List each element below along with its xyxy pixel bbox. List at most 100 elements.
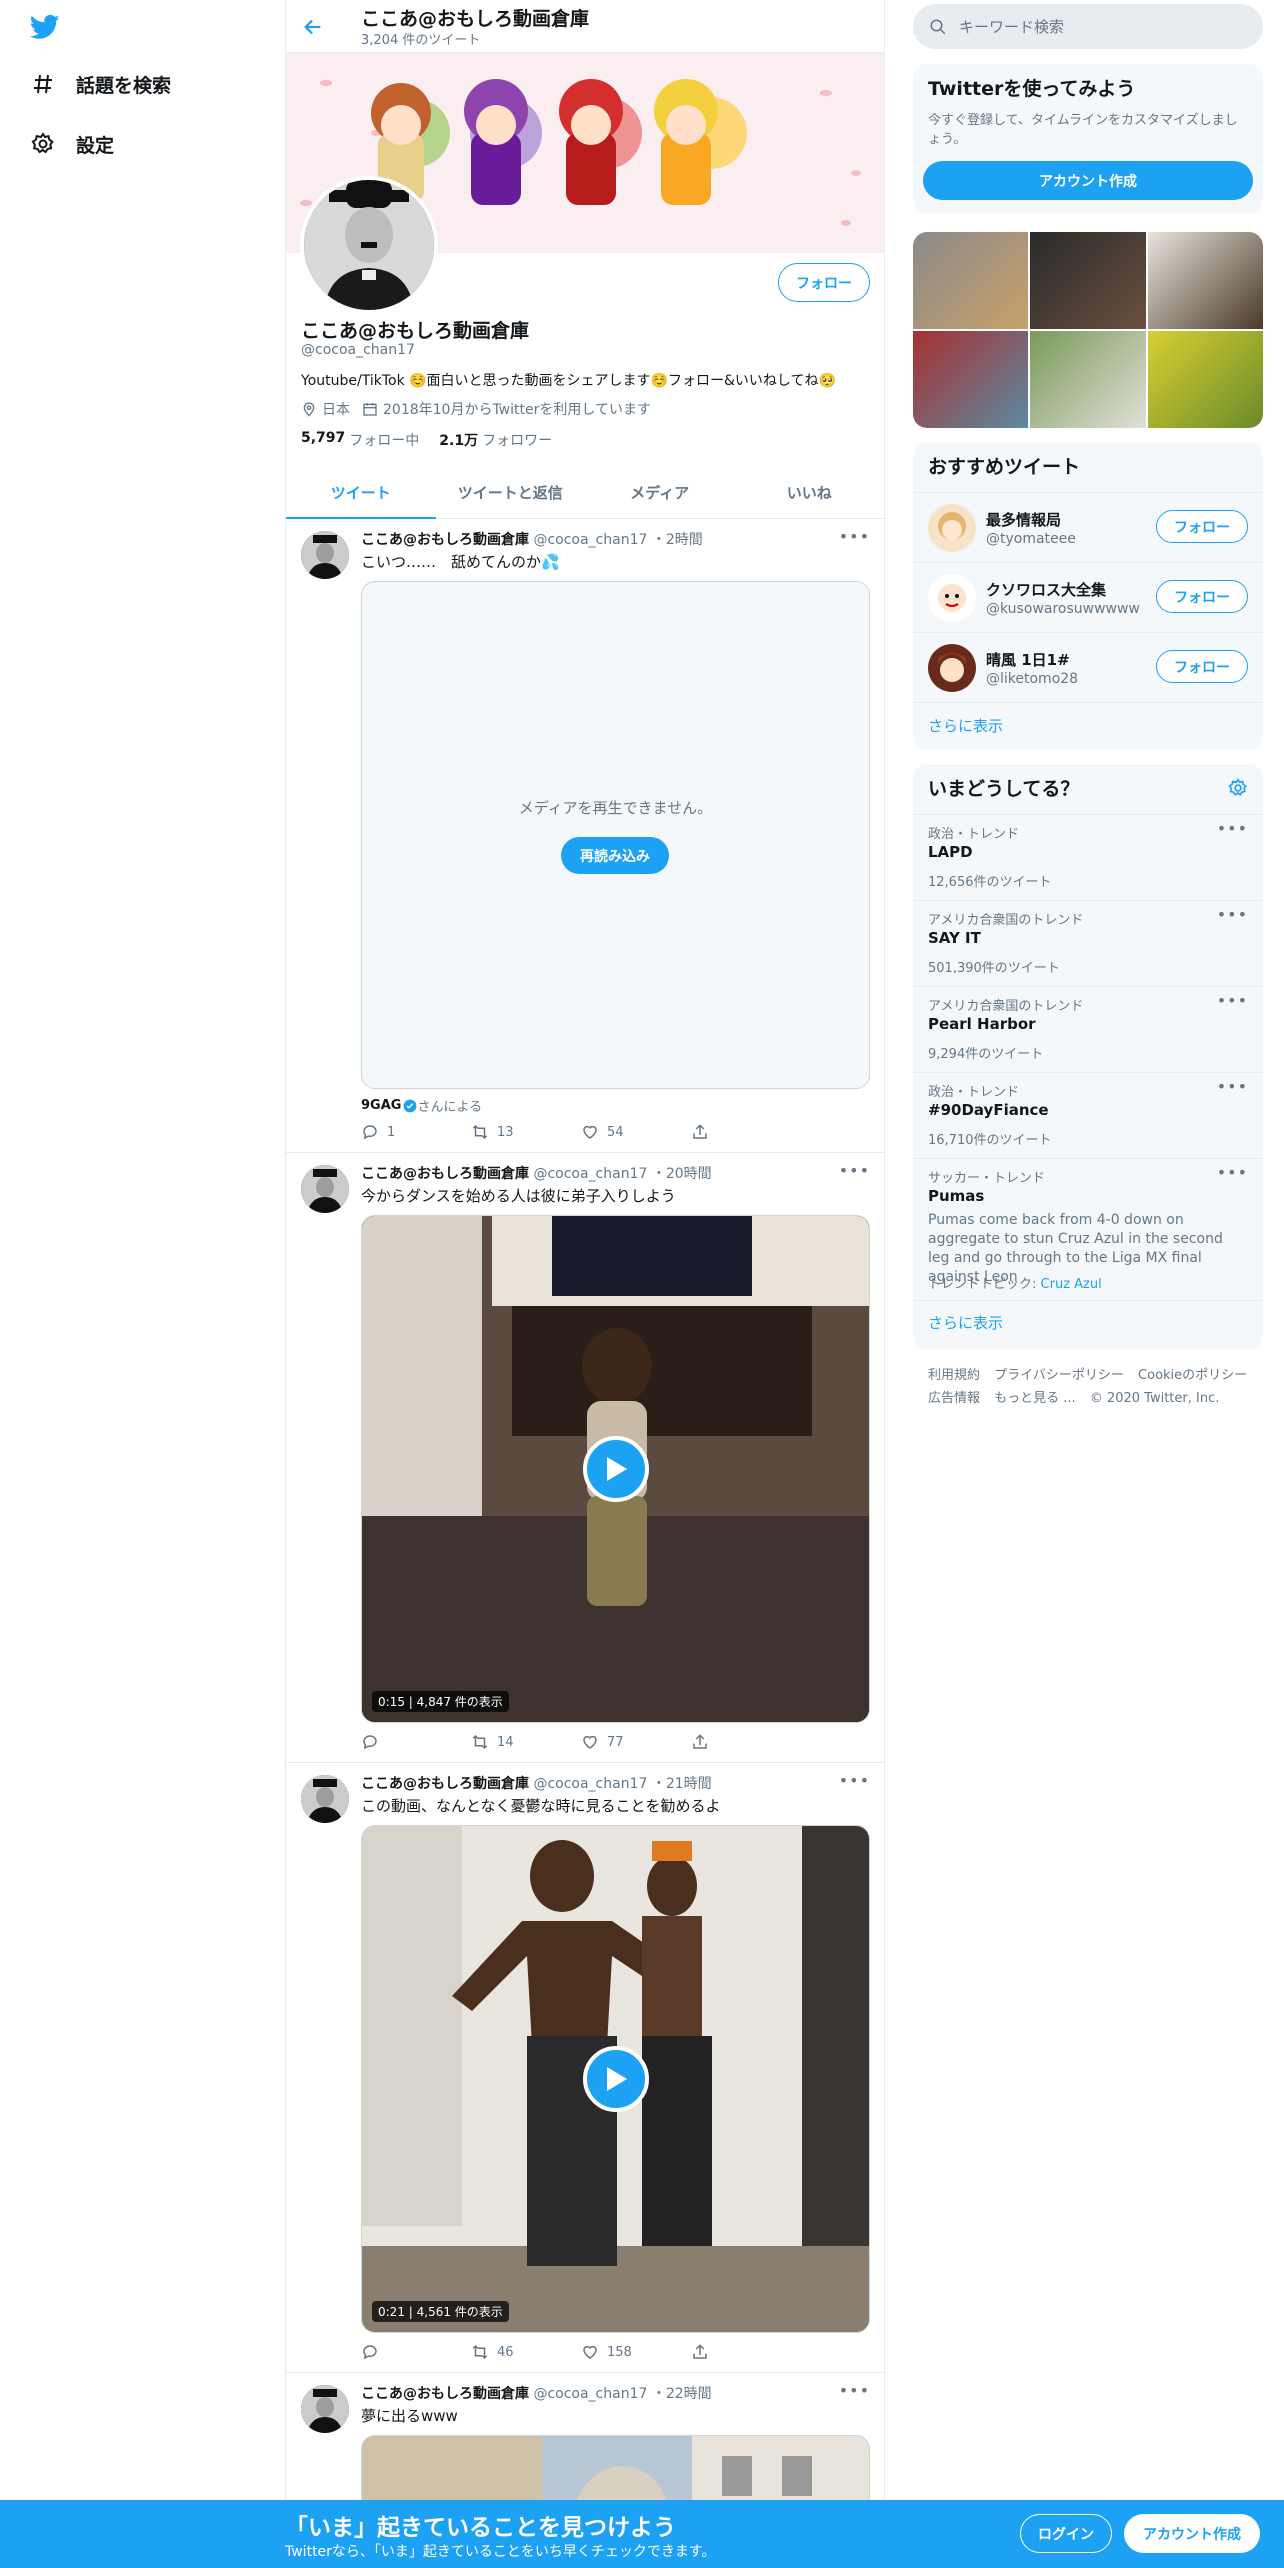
user-avatar[interactable] [928, 644, 976, 692]
share-button[interactable] [691, 1123, 801, 1141]
trend-item[interactable]: サッカー・トレンド ••• Pumas Pumas come back from… [913, 1158, 1263, 1300]
bottom-bar-title: 「いま」起きていることを見つけよう [285, 2515, 676, 2541]
recommended-user[interactable]: クソワロス大全集 @kusowarosuwwwww フォロー [913, 562, 1263, 632]
heart-icon [583, 1735, 597, 1749]
tweet-avatar[interactable] [301, 2385, 349, 2433]
trend-item[interactable]: 政治・トレンド ••• LAPD 12,656件のツイート [913, 814, 1263, 900]
trend-item[interactable]: アメリカ合衆国のトレンド ••• Pearl Harbor 9,294件のツイー… [913, 986, 1263, 1072]
gallery-thumb[interactable] [1030, 331, 1146, 428]
tab-tweets-replies[interactable]: ツイートと返信 [436, 466, 586, 518]
reload-button[interactable]: 再読み込み [561, 837, 669, 874]
profile-avatar[interactable] [300, 176, 438, 314]
more-options-icon[interactable]: ••• [1217, 819, 1248, 838]
user-name[interactable]: 晴風 1日1# [986, 649, 1070, 670]
footer-link-more[interactable]: もっと見る ... [994, 1391, 1076, 1406]
follow-button[interactable]: フォロー [1156, 650, 1248, 683]
tweet-avatar[interactable] [301, 1775, 349, 1823]
reply-button[interactable]: 1 [361, 1123, 471, 1141]
tweet-author-name[interactable]: ここあ@おもしろ動画倉庫 [361, 1166, 529, 1182]
follow-button[interactable]: フォロー [1156, 580, 1248, 613]
user-name[interactable]: 最多情報局 [986, 509, 1061, 530]
retweet-button[interactable]: 46 [471, 2343, 581, 2361]
tweet-author-handle: @cocoa_chan17 [533, 532, 648, 548]
more-options-icon[interactable]: ••• [1217, 991, 1248, 1010]
tweet-time[interactable]: ・20時間 [652, 1166, 712, 1182]
nav-settings[interactable]: 設定 [30, 124, 114, 164]
back-arrow-icon[interactable] [300, 14, 326, 40]
nav-explore[interactable]: 話題を検索 [30, 64, 171, 104]
more-options-icon[interactable]: ••• [839, 527, 870, 546]
follow-button[interactable]: フォロー [1156, 510, 1248, 543]
gallery-thumb[interactable] [1147, 232, 1263, 329]
tweet[interactable]: ここあ@おもしろ動画倉庫 @cocoa_chan17 ・21時間 ••• この動… [286, 1763, 884, 2373]
signup-button[interactable]: アカウント作成 [1124, 2514, 1260, 2553]
footer-link-privacy[interactable]: プライバシーポリシー [994, 1368, 1124, 1383]
show-more-link[interactable]: さらに表示 [928, 1312, 1003, 1333]
more-options-icon[interactable]: ••• [839, 1161, 870, 1180]
gallery-thumb[interactable] [1030, 232, 1146, 329]
tab-media[interactable]: メディア [585, 466, 735, 518]
play-button-icon[interactable] [582, 1436, 649, 1502]
share-button[interactable] [691, 1733, 801, 1751]
footer-link-ads[interactable]: 広告情報 [928, 1391, 980, 1406]
following-label[interactable]: フォロー中 [349, 430, 419, 450]
profile-follow-button[interactable]: フォロー [778, 263, 870, 302]
like-count: 54 [607, 1124, 624, 1140]
trends-title: いまどうしてる？ [928, 778, 1080, 800]
share-button[interactable] [691, 2343, 801, 2361]
tab-likes[interactable]: いいね [735, 466, 885, 518]
footer-link-cookies[interactable]: Cookieのポリシー [1138, 1368, 1247, 1383]
search-box[interactable] [913, 4, 1263, 49]
followers-label[interactable]: フォロワー [482, 430, 552, 450]
footer-link-terms[interactable]: 利用規約 [928, 1368, 980, 1383]
tweet-time[interactable]: ・2時間 [652, 532, 703, 548]
play-button-icon[interactable] [582, 2046, 649, 2112]
tweet-video[interactable]: 0:15 | 4,847 件の表示 [361, 1215, 870, 1723]
login-button[interactable]: ログイン [1020, 2514, 1112, 2553]
source-name[interactable]: 9GAG [361, 1098, 401, 1113]
recommended-user[interactable]: 最多情報局 @tyomateee フォロー [913, 492, 1263, 562]
search-input[interactable] [959, 17, 1239, 36]
followers-count[interactable]: 2.1万 [439, 430, 478, 450]
trend-item[interactable]: 政治・トレンド ••• #90DayFiance 16,710件のツイート [913, 1072, 1263, 1158]
more-options-icon[interactable]: ••• [839, 1771, 870, 1790]
show-more-link[interactable]: さらに表示 [928, 715, 1003, 736]
user-name[interactable]: クソワロス大全集 [986, 579, 1106, 600]
retweet-button[interactable]: 13 [471, 1123, 581, 1141]
retweet-button[interactable]: 14 [471, 1733, 581, 1751]
tweet-time[interactable]: ・21時間 [652, 1776, 712, 1792]
reply-button[interactable] [361, 1733, 471, 1751]
tweet-avatar[interactable] [301, 531, 349, 579]
tweet-author-name[interactable]: ここあ@おもしろ動画倉庫 [361, 2386, 529, 2402]
more-options-icon[interactable]: ••• [1217, 1077, 1248, 1096]
recommended-user[interactable]: 晴風 1日1# @liketomo28 フォロー [913, 632, 1263, 702]
user-avatar[interactable] [928, 504, 976, 552]
twitter-logo-icon[interactable] [28, 12, 62, 42]
tweet[interactable]: ここあ@おもしろ動画倉庫 @cocoa_chan17 ・20時間 ••• 今から… [286, 1153, 884, 1763]
gear-icon[interactable] [1228, 778, 1248, 802]
recommended-title: おすすめツイート [928, 456, 1081, 478]
trend-item[interactable]: アメリカ合衆国のトレンド ••• SAY IT 501,390件のツイート [913, 900, 1263, 986]
reply-button[interactable] [361, 2343, 471, 2361]
gallery-thumb[interactable] [913, 331, 1029, 428]
like-button[interactable]: 77 [581, 1733, 691, 1751]
create-account-button[interactable]: アカウント作成 [923, 161, 1253, 200]
tweet-time[interactable]: ・22時間 [652, 2386, 712, 2402]
trend-topic-link[interactable]: Cruz Azul [1041, 1277, 1102, 1292]
tweet-video[interactable]: 0:21 | 4,561 件の表示 [361, 1825, 870, 2333]
tweet[interactable]: ここあ@おもしろ動画倉庫 @cocoa_chan17 ・2時間 ••• こいつ…… [286, 519, 884, 1153]
tweet-author-name[interactable]: ここあ@おもしろ動画倉庫 [361, 532, 529, 548]
tweet-avatar[interactable] [301, 1165, 349, 1213]
user-avatar[interactable] [928, 574, 976, 622]
tab-tweets[interactable]: ツイート [286, 466, 436, 519]
gallery-thumb[interactable] [913, 232, 1029, 329]
gallery-thumb[interactable] [1147, 331, 1263, 428]
like-button[interactable]: 158 [581, 2343, 691, 2361]
more-options-icon[interactable]: ••• [839, 2381, 870, 2400]
more-options-icon[interactable]: ••• [1217, 1163, 1248, 1182]
trend-count: 16,710件のツイート [928, 1133, 1052, 1148]
more-options-icon[interactable]: ••• [1217, 905, 1248, 924]
following-count[interactable]: 5,797 [301, 430, 345, 450]
tweet-author-name[interactable]: ここあ@おもしろ動画倉庫 [361, 1776, 529, 1792]
like-button[interactable]: 54 [581, 1123, 691, 1141]
